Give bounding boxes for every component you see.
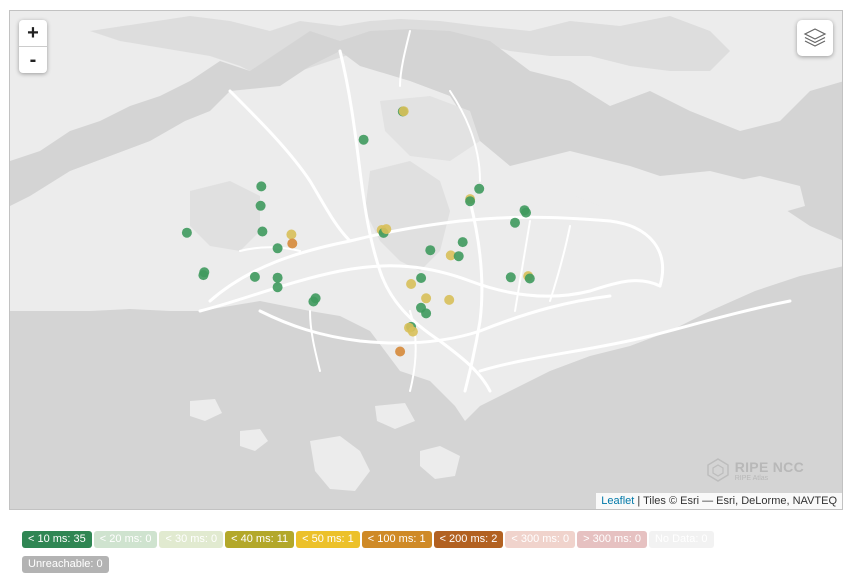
probe-marker-green[interactable] [181,227,192,238]
legend-chip[interactable]: < 50 ms: 1 [296,531,360,548]
probe-marker-green[interactable] [308,296,319,307]
probe-marker-green[interactable] [465,196,476,207]
legend-chip[interactable]: < 300 ms: 0 [505,531,576,548]
probe-marker-yellow[interactable] [407,326,418,337]
probe-marker-green[interactable] [474,183,485,194]
ripe-ncc-label: RIPE NCC [734,458,804,475]
probe-marker-green[interactable] [453,251,464,262]
probe-marker-green[interactable] [519,205,530,216]
ripe-logo-icon [706,458,729,482]
probe-marker-green[interactable] [421,308,432,319]
legend-chip[interactable]: < 30 ms: 0 [159,531,224,548]
leaflet-link[interactable]: Leaflet [601,495,634,507]
probe-marker-green[interactable] [416,273,427,283]
probe-marker-green[interactable] [510,217,520,228]
legend-chip[interactable]: > 300 ms: 0 [577,531,647,548]
probe-marker-orange[interactable] [287,238,298,249]
probe-marker-yellow[interactable] [421,293,432,304]
ripe-atlas-label: RIPE Atlas [734,474,769,482]
probe-marker-orange[interactable] [395,346,406,357]
attribution: Leaflet | Tiles © Esri — Esri, DeLorme, … [596,493,842,509]
probe-marker-green[interactable] [256,181,267,192]
probe-marker-yellow[interactable] [398,106,409,117]
probe-marker-green[interactable] [272,282,283,293]
probe-marker-yellow[interactable] [444,294,455,305]
probe-marker-green[interactable] [524,273,535,284]
rtt-legend: < 10 ms: 35 < 20 ms: 0 < 30 ms: 0 < 40 ms: … [22,529,802,579]
probe-marker-green[interactable] [272,243,283,254]
probe-marker-green[interactable] [198,270,209,281]
legend-chip[interactable]: < 20 ms: 0 [93,531,158,548]
ripe-ncc-logo: RIPE NCC RIPE Atlas [705,457,804,483]
map-container[interactable]: + - RIPE NCC RIPE Atlas Leaflet | Tiles … [9,10,843,510]
probe-layer [181,106,535,357]
probe-marker-green[interactable] [255,200,266,211]
attribution-text: | Tiles © Esri — Esri, DeLorme, NAVTEQ [634,495,837,507]
legend-chip[interactable]: < 10 ms: 35 [22,531,92,548]
legend-chip[interactable]: < 200 ms: 2 [433,531,504,548]
probe-marker-green[interactable] [257,226,268,237]
legend-chip[interactable]: Unreachable: 0 [22,556,109,573]
legend-chip[interactable]: < 40 ms: 11 [225,531,295,548]
probe-marker-yellow[interactable] [381,224,392,235]
probe-marker-green[interactable] [249,271,260,282]
legend-chip[interactable]: < 100 ms: 1 [361,531,432,548]
legend-chip[interactable]: No Data: 0 [648,531,714,548]
probe-marker-green[interactable] [505,272,516,283]
probe-marker-green[interactable] [272,272,283,283]
probe-marker-yellow[interactable] [286,229,297,240]
probe-marker-green[interactable] [358,134,369,145]
probe-marker-yellow[interactable] [406,279,417,289]
probe-marker-green[interactable] [457,237,468,248]
probe-marker-green[interactable] [425,245,436,256]
